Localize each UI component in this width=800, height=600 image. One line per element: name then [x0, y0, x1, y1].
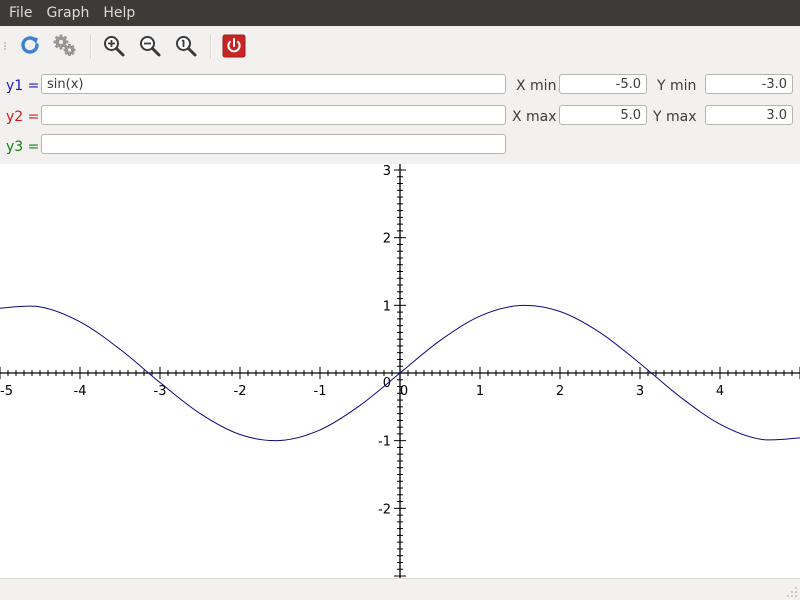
settings-button[interactable] — [51, 32, 79, 60]
ymin-input[interactable] — [705, 74, 793, 94]
y3-label: y3 = — [6, 139, 40, 155]
y1-input[interactable] — [41, 74, 506, 94]
toolbar-separator — [210, 34, 212, 58]
resize-grip-icon[interactable] — [786, 586, 798, 598]
zoom-reset-button[interactable] — [172, 32, 200, 60]
toolbar-separator — [90, 34, 92, 58]
x-tick-label: 3 — [636, 384, 644, 399]
xmax-input[interactable] — [559, 105, 647, 125]
zoom-out-icon — [140, 36, 161, 57]
x-tick-label: -1 — [314, 384, 327, 399]
x-tick-label: 1 — [476, 384, 484, 399]
x-tick-label: 2 — [556, 384, 564, 399]
ymax-label: Y max — [653, 109, 697, 125]
x-tick-label: -2 — [234, 384, 247, 399]
menu-graph[interactable]: Graph — [39, 0, 96, 26]
xmin-label: X min — [516, 78, 557, 94]
menu-file[interactable]: File — [0, 0, 39, 26]
y2-input[interactable] — [41, 105, 506, 125]
y3-input[interactable] — [41, 134, 506, 154]
ymin-label: Y min — [657, 78, 697, 94]
x-tick-label: 4 — [716, 384, 724, 399]
toolbar — [0, 26, 800, 66]
menu-help[interactable]: Help — [96, 0, 142, 26]
xmax-label: X max — [512, 109, 557, 125]
plot-area[interactable]: -5 -4 -3 -2 -1 0 1 2 3 4 0 -2 -1 1 2 3 — [0, 164, 800, 578]
zoom-reset-icon — [176, 36, 197, 57]
zoom-out-button[interactable] — [136, 32, 164, 60]
power-quit-icon — [222, 34, 246, 58]
y2-label: y2 = — [6, 109, 40, 125]
refresh-button[interactable] — [16, 32, 44, 60]
x-tick-label: 0 — [400, 384, 408, 399]
y1-label: y1 = — [6, 78, 40, 94]
y-tick-label: 3 — [383, 164, 391, 179]
refresh-icon — [21, 36, 39, 54]
xmin-input[interactable] — [559, 74, 647, 94]
ymax-input[interactable] — [705, 105, 793, 125]
y-tick-label: -1 — [378, 435, 391, 450]
zoom-in-button[interactable] — [100, 32, 128, 60]
function-plot: -5 -4 -3 -2 -1 0 1 2 3 40-2-1123 — [0, 164, 800, 578]
settings-gears-icon — [53, 34, 76, 56]
y-tick-label: -2 — [378, 502, 391, 517]
zoom-in-icon — [104, 36, 125, 57]
y-tick-label: 2 — [383, 232, 391, 247]
x-tick-label: -4 — [74, 384, 87, 399]
y-tick-label: 1 — [383, 299, 391, 314]
status-bar — [0, 578, 800, 600]
quit-button[interactable] — [220, 32, 248, 60]
menu-bar: File Graph Help — [0, 0, 800, 26]
toolbar-grip-icon[interactable] — [3, 41, 9, 51]
x-tick-label: -5 — [0, 384, 13, 399]
